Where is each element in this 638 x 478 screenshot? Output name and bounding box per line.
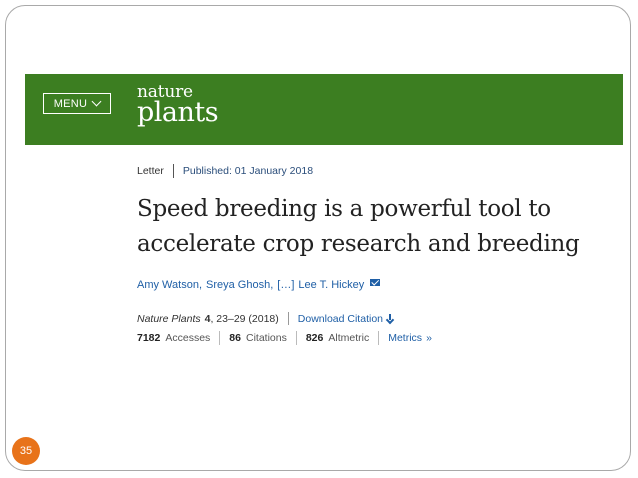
divider <box>378 331 380 345</box>
citation-line: Nature Plants 4 , 23–29 (2018) Download … <box>137 312 394 325</box>
double-chevron-right-icon: » <box>426 332 432 344</box>
email-icon[interactable] <box>370 278 381 286</box>
journal-header-banner <box>25 74 623 145</box>
menu-label: MENU <box>53 97 88 110</box>
publish-date: Published: 01 January 2018 <box>182 165 314 177</box>
metrics-link-label: Metrics <box>388 332 423 344</box>
article-meta: Letter Published: 01 January 2018 <box>137 164 313 178</box>
logo-line-2: plants <box>137 97 219 128</box>
divider <box>219 331 221 345</box>
journal-pages: , 23–29 (2018) <box>210 312 279 325</box>
journal-name: Nature Plants <box>137 312 201 325</box>
metrics-bar: 7182 Accesses 86 Citations 826 Altmetric… <box>137 331 432 345</box>
author-link[interactable]: Lee T. Hickey <box>298 279 364 291</box>
divider <box>172 164 174 178</box>
expand-authors-link[interactable]: […] <box>277 279 294 291</box>
author-link[interactable]: Amy Watson, <box>137 279 202 291</box>
citations-count: 86 <box>229 332 241 344</box>
download-citation-label: Download Citation <box>297 312 383 325</box>
accesses-label: Accesses <box>165 332 211 344</box>
author-list: Amy Watson, Sreya Ghosh, […] Lee T. Hick… <box>137 278 381 291</box>
menu-button[interactable]: MENU <box>43 93 111 114</box>
article-title: Speed breeding is a powerful tool to acc… <box>137 196 580 257</box>
download-icon <box>386 313 394 324</box>
altmetric-score: 826 <box>305 332 324 344</box>
download-citation-link[interactable]: Download Citation <box>298 313 394 325</box>
nature-plants-logo[interactable]: nature plants <box>137 84 219 128</box>
metrics-link[interactable]: Metrics » <box>388 332 432 344</box>
chevron-down-icon <box>91 96 102 107</box>
divider <box>287 312 289 325</box>
accesses-count: 7182 <box>137 332 161 344</box>
slide-page-number: 35 <box>12 437 40 465</box>
article-type: Letter <box>137 165 164 177</box>
altmetric-label: Altmetric <box>328 332 370 344</box>
author-link[interactable]: Sreya Ghosh, <box>206 279 273 291</box>
divider <box>295 331 297 345</box>
citations-label: Citations <box>245 332 287 344</box>
